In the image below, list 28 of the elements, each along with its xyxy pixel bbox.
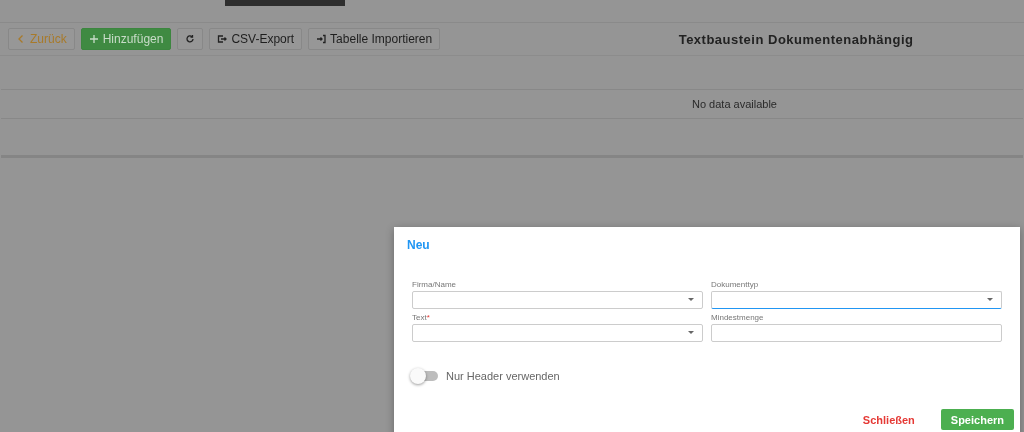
select-field[interactable] bbox=[412, 324, 703, 342]
plus-icon bbox=[88, 34, 99, 44]
field-label: Mindestmenge bbox=[711, 313, 764, 322]
input-field[interactable] bbox=[711, 324, 1002, 342]
refresh-icon bbox=[185, 34, 196, 44]
export-icon bbox=[217, 34, 228, 44]
dropdown-caret-icon bbox=[987, 298, 993, 302]
active-tab[interactable] bbox=[225, 0, 345, 6]
field-label: Text bbox=[412, 313, 427, 322]
import-button[interactable]: Tabelle Importieren bbox=[308, 28, 441, 50]
toggle-switch[interactable] bbox=[412, 371, 438, 381]
select-field[interactable] bbox=[711, 291, 1002, 309]
page-title: Textbaustein Dokumentenabhängig bbox=[677, 31, 915, 47]
export-button[interactable]: CSV-Export bbox=[209, 28, 303, 50]
select-field[interactable] bbox=[412, 291, 703, 309]
import-icon bbox=[316, 34, 327, 44]
dropdown-caret-icon bbox=[688, 298, 694, 302]
refresh-button[interactable] bbox=[177, 28, 204, 50]
field-label: Firma/Name bbox=[412, 280, 456, 289]
dialog-title: Neu bbox=[407, 238, 430, 252]
dropdown-caret-icon bbox=[688, 331, 694, 335]
close-button[interactable]: Schließen bbox=[852, 409, 925, 430]
add-button[interactable]: Hinzufügen bbox=[80, 28, 172, 50]
toggle-label: Nur Header verwenden bbox=[446, 370, 560, 382]
field-label: Dokumenttyp bbox=[711, 280, 759, 289]
chevron-left-icon bbox=[16, 34, 26, 44]
save-button[interactable]: Speichern bbox=[940, 409, 1014, 430]
empty-message: No data available bbox=[691, 98, 777, 110]
